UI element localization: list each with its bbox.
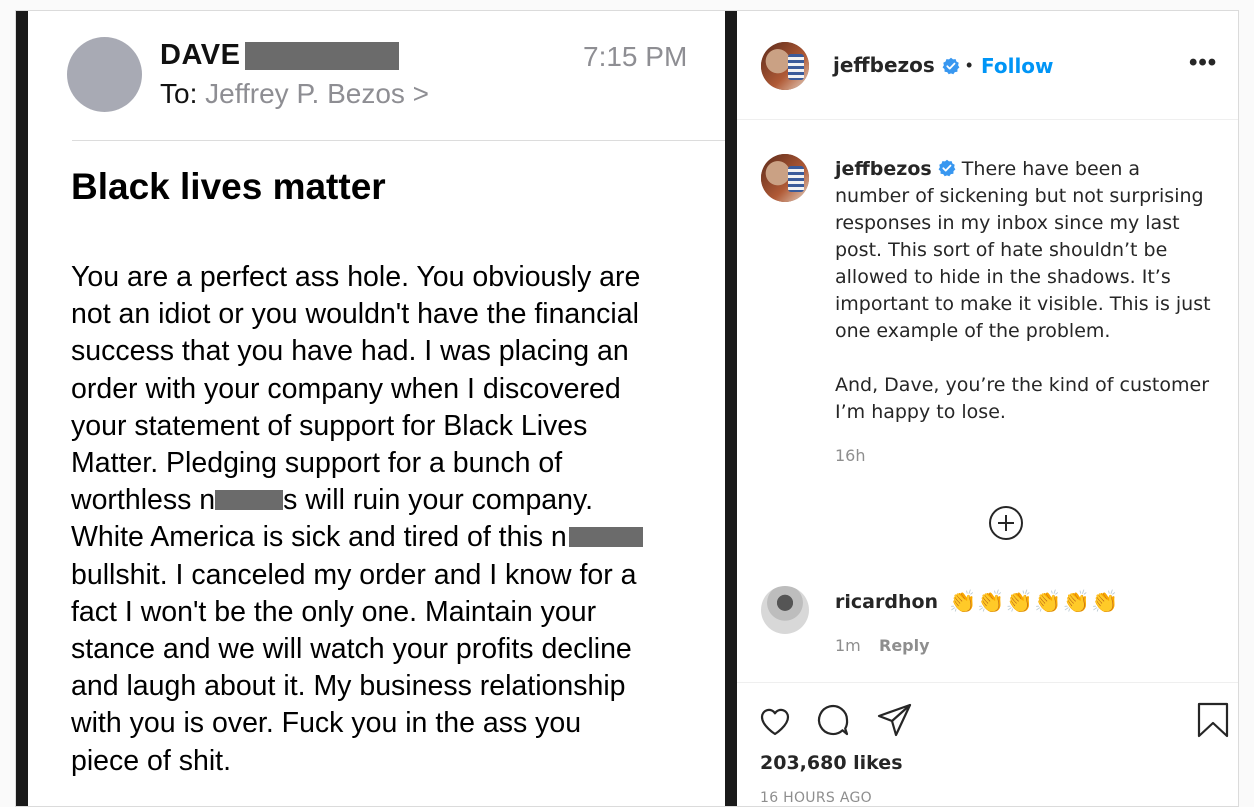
email-body-line: fact I won't be the only one. Maintain y… xyxy=(71,595,597,628)
email-sender-redaction xyxy=(245,42,399,70)
email-body-line: stance and we will watch your profits de… xyxy=(71,633,632,666)
comment-icon[interactable] xyxy=(814,701,852,739)
email-body-line: not an idiot or you wouldn't have the fi… xyxy=(71,298,639,331)
verified-icon xyxy=(942,57,960,75)
instagram-post-frame: DAVE 7:15 PM To: Jeffrey P. Bezos > Blac… xyxy=(15,10,1239,807)
email-subject: Black lives matter xyxy=(71,166,386,207)
more-icon[interactable]: ••• xyxy=(1189,49,1217,77)
caption-text: There have been a number of sickening bu… xyxy=(835,158,1211,342)
email-body-line: worthless n s will ruin your company. xyxy=(71,482,721,519)
post-sidebar: jeffbezos • Follow ••• jeffbezos There h… xyxy=(737,11,1238,806)
email-time: 7:15 PM xyxy=(583,41,688,72)
comment-avatar[interactable] xyxy=(761,586,809,634)
likes-count[interactable]: 203,680 likes xyxy=(760,752,903,774)
email-body-fragment: worthless n xyxy=(71,484,216,517)
caption-avatar[interactable] xyxy=(761,154,809,202)
email-body-line: and laugh about it. My business relation… xyxy=(71,670,626,703)
author-avatar[interactable] xyxy=(761,42,809,90)
caption-paragraph: jeffbezos There have been a number of si… xyxy=(835,156,1220,345)
post-image: DAVE 7:15 PM To: Jeffrey P. Bezos > Blac… xyxy=(16,11,737,806)
caption-username[interactable]: jeffbezos xyxy=(835,158,932,180)
plus-circle-icon[interactable] xyxy=(988,505,1024,541)
email-body-fragment: s will ruin your company. xyxy=(283,484,594,517)
email-sender-name: DAVE xyxy=(160,39,241,71)
email-body: You are a perfect ass hole. You obviousl… xyxy=(71,259,721,780)
actions-divider xyxy=(737,682,1238,683)
caption-timestamp: 16h xyxy=(835,446,866,465)
follow-button[interactable]: Follow xyxy=(981,54,1054,78)
email-body-line: piece of shit. xyxy=(71,744,232,777)
comment-timestamp: 1m xyxy=(835,636,861,655)
post-timestamp: 16 HOURS AGO xyxy=(760,790,872,806)
reply-button[interactable]: Reply xyxy=(879,636,930,655)
comment-text: 👏👏👏👏👏👏 xyxy=(949,589,1120,614)
follow-separator: • xyxy=(966,55,973,75)
email-body-line: success that you have had. I was placing… xyxy=(71,335,629,368)
email-body-line: order with your company when I discovere… xyxy=(71,372,621,405)
redaction-block xyxy=(215,490,284,511)
email-body-fragment: White America is sick and tired of this … xyxy=(71,521,567,554)
author-username[interactable]: jeffbezos xyxy=(833,53,935,77)
verified-icon xyxy=(938,159,956,177)
email-body-line: your statement of support for Black Live… xyxy=(71,409,588,442)
image-border-left xyxy=(16,11,28,806)
post-header: jeffbezos • Follow ••• xyxy=(737,11,1238,120)
email-body-line: White America is sick and tired of this … xyxy=(71,519,721,556)
email-body-line: Matter. Pledging support for a bunch of xyxy=(71,447,563,480)
email-body-line: with you is over. Fuck you in the ass yo… xyxy=(71,707,582,740)
chevron-right-icon: > xyxy=(412,78,430,109)
email-to-name: Jeffrey P. Bezos xyxy=(205,78,405,109)
heart-icon[interactable] xyxy=(756,701,794,739)
email-to-label: To: xyxy=(160,78,198,109)
comment-username[interactable]: ricardhon xyxy=(835,591,938,613)
share-icon[interactable] xyxy=(876,701,914,739)
image-border-right xyxy=(725,11,737,806)
post-caption: jeffbezos There have been a number of si… xyxy=(835,156,1220,426)
bookmark-icon[interactable] xyxy=(1194,701,1232,739)
email-sender-avatar xyxy=(67,37,142,112)
caption-paragraph-2: And, Dave, you’re the kind of customer I… xyxy=(835,374,1210,423)
email-recipient: To: Jeffrey P. Bezos > xyxy=(160,78,429,110)
redaction-block xyxy=(568,527,643,548)
email-body-line: bullshit. I canceled my order and I know… xyxy=(71,558,637,591)
email-body-line: You are a perfect ass hole. You obviousl… xyxy=(71,261,641,293)
email-divider xyxy=(72,140,725,141)
